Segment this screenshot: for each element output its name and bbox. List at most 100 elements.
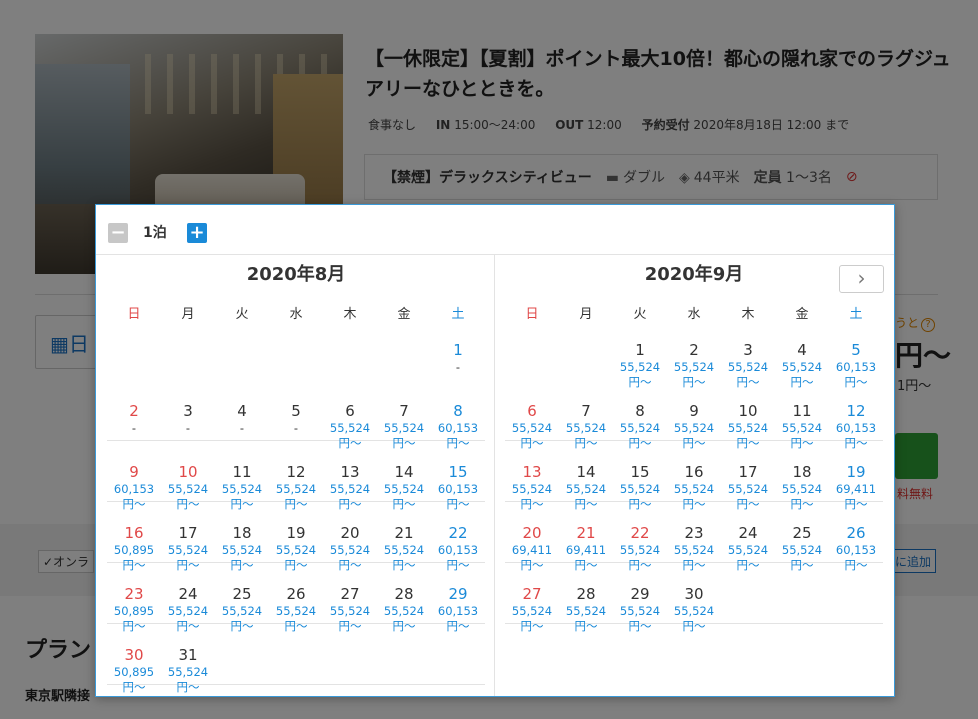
- calendar-day[interactable]: 22 55,524 円～: [613, 521, 667, 581]
- calendar-day[interactable]: 16 55,524 円～: [667, 460, 721, 520]
- increase-nights-button[interactable]: +: [187, 223, 207, 243]
- calendar-day[interactable]: 11 55,524 円～: [775, 399, 829, 459]
- day-price: 55,524 円～: [275, 543, 317, 572]
- calendar-day[interactable]: 25 55,524 円～: [775, 521, 829, 581]
- calendar-day[interactable]: 14 55,524 円～: [377, 460, 431, 520]
- day-number: 29: [630, 585, 650, 603]
- calendar-day[interactable]: 11 55,524 円～: [215, 460, 269, 520]
- calendar-day[interactable]: 24 55,524 円～: [161, 582, 215, 642]
- calendar-day[interactable]: 20 55,524 円～: [323, 521, 377, 581]
- calendar-day[interactable]: 5 60,153 円～: [829, 338, 883, 398]
- day-number: 9: [129, 463, 139, 481]
- calendar-day[interactable]: 15 60,153 円～: [431, 460, 485, 520]
- calendar-day[interactable]: 18 55,524 円～: [775, 460, 829, 520]
- day-price: 55,524 円～: [383, 482, 425, 511]
- calendar-day[interactable]: 1 55,524 円～: [613, 338, 667, 398]
- day-number: 19: [846, 463, 866, 481]
- decrease-nights-button[interactable]: −: [108, 223, 128, 243]
- calendar-day[interactable]: 8 55,524 円～: [613, 399, 667, 459]
- day-price: 50,895 円～: [113, 665, 155, 694]
- calendar-day[interactable]: 10 55,524 円～: [161, 460, 215, 520]
- day-price: 55,524 円～: [329, 604, 371, 633]
- calendar-day: 5-: [269, 399, 323, 459]
- day-price: -: [131, 421, 137, 435]
- calendar-day[interactable]: 27 55,524 円～: [505, 582, 559, 642]
- day-number: 4: [797, 341, 807, 359]
- day-number: 19: [286, 524, 306, 542]
- calendar-day[interactable]: 12 60,153 円～: [829, 399, 883, 459]
- calendar-day[interactable]: 24 55,524 円～: [721, 521, 775, 581]
- day-number: 20: [522, 524, 542, 542]
- day-number: 25: [792, 524, 812, 542]
- day-number: 5: [851, 341, 861, 359]
- calendar-day[interactable]: 4 55,524 円～: [775, 338, 829, 398]
- calendar-day[interactable]: 23 50,895 円～: [107, 582, 161, 642]
- calendar-day[interactable]: 28 55,524 円～: [559, 582, 613, 642]
- day-price: 55,524 円～: [673, 360, 715, 389]
- calendar-day[interactable]: 29 60,153 円～: [431, 582, 485, 642]
- calendar-day[interactable]: 7 55,524 円～: [377, 399, 431, 459]
- day-number: 14: [576, 463, 596, 481]
- day-price: 50,895 円～: [113, 604, 155, 633]
- day-price: 60,153 円～: [835, 543, 877, 572]
- weekday-header: 火: [633, 307, 647, 322]
- day-number: 11: [792, 402, 812, 420]
- day-number: 27: [522, 585, 542, 603]
- calendar-day[interactable]: 13 55,524 円～: [323, 460, 377, 520]
- calendar-day[interactable]: 25 55,524 円～: [215, 582, 269, 642]
- calendar-day[interactable]: 10 55,524 円～: [721, 399, 775, 459]
- calendar-day[interactable]: 31 55,524 円～: [161, 643, 215, 703]
- calendar-day[interactable]: 22 60,153 円～: [431, 521, 485, 581]
- day-price: 55,524 円～: [383, 421, 425, 450]
- calendar-day[interactable]: 9 60,153 円～: [107, 460, 161, 520]
- calendar-day[interactable]: 18 55,524 円～: [215, 521, 269, 581]
- calendar-day[interactable]: 29 55,524 円～: [613, 582, 667, 642]
- calendar-day[interactable]: 3 55,524 円～: [721, 338, 775, 398]
- day-price: 69,411 円～: [835, 482, 877, 511]
- day-number: 12: [846, 402, 866, 420]
- weekday-header: 土: [451, 307, 465, 322]
- day-number: 9: [689, 402, 699, 420]
- calendar-day[interactable]: 16 50,895 円～: [107, 521, 161, 581]
- calendar-day[interactable]: 30 55,524 円～: [667, 582, 721, 642]
- calendar-day[interactable]: 17 55,524 円～: [721, 460, 775, 520]
- calendar-day[interactable]: 14 55,524 円～: [559, 460, 613, 520]
- calendar-day[interactable]: 30 50,895 円～: [107, 643, 161, 703]
- calendar-day[interactable]: 26 60,153 円～: [829, 521, 883, 581]
- calendar-day[interactable]: 21 69,411 円～: [559, 521, 613, 581]
- weekday-header: 火: [235, 307, 249, 322]
- calendar-day[interactable]: 28 55,524 円～: [377, 582, 431, 642]
- calendar-day[interactable]: 21 55,524 円～: [377, 521, 431, 581]
- calendar-day[interactable]: 20 69,411 円～: [505, 521, 559, 581]
- calendar-day[interactable]: 13 55,524 円～: [505, 460, 559, 520]
- day-price: 69,411 円～: [565, 543, 607, 572]
- day-number: 21: [394, 524, 414, 542]
- next-month-button[interactable]: ›: [839, 265, 884, 293]
- weekday-header: 金: [397, 307, 411, 322]
- calendar-day[interactable]: 15 55,524 円～: [613, 460, 667, 520]
- calendar-day[interactable]: 23 55,524 円～: [667, 521, 721, 581]
- day-number: 5: [291, 402, 301, 420]
- day-price: 55,524 円～: [511, 604, 553, 633]
- calendar-day[interactable]: 19 55,524 円～: [269, 521, 323, 581]
- weekday-header: 月: [579, 307, 593, 322]
- day-price: 50,895 円～: [113, 543, 155, 572]
- calendar-day[interactable]: 27 55,524 円～: [323, 582, 377, 642]
- day-price: 55,524 円～: [727, 421, 769, 450]
- calendar-day[interactable]: 17 55,524 円～: [161, 521, 215, 581]
- calendar-day[interactable]: 6 55,524 円～: [505, 399, 559, 459]
- calendar-day[interactable]: 8 60,153 円～: [431, 399, 485, 459]
- calendar-day[interactable]: 9 55,524 円～: [667, 399, 721, 459]
- calendar-day[interactable]: 12 55,524 円～: [269, 460, 323, 520]
- calendar-day[interactable]: 7 55,524 円～: [559, 399, 613, 459]
- calendar-day[interactable]: 2 55,524 円～: [667, 338, 721, 398]
- day-price: 55,524 円～: [781, 543, 823, 572]
- calendar-day[interactable]: 19 69,411 円～: [829, 460, 883, 520]
- day-number: 22: [630, 524, 650, 542]
- calendar-day[interactable]: 26 55,524 円～: [269, 582, 323, 642]
- day-price: 60,153 円～: [437, 543, 479, 572]
- calendar-popup: − 1泊 + 2020年8月 日月火水木金土 1-2-3-4-5-6 55,524 円…: [95, 204, 895, 697]
- weekday-header: 月: [181, 307, 195, 322]
- calendar-day[interactable]: 6 55,524 円～: [323, 399, 377, 459]
- day-number: 13: [340, 463, 360, 481]
